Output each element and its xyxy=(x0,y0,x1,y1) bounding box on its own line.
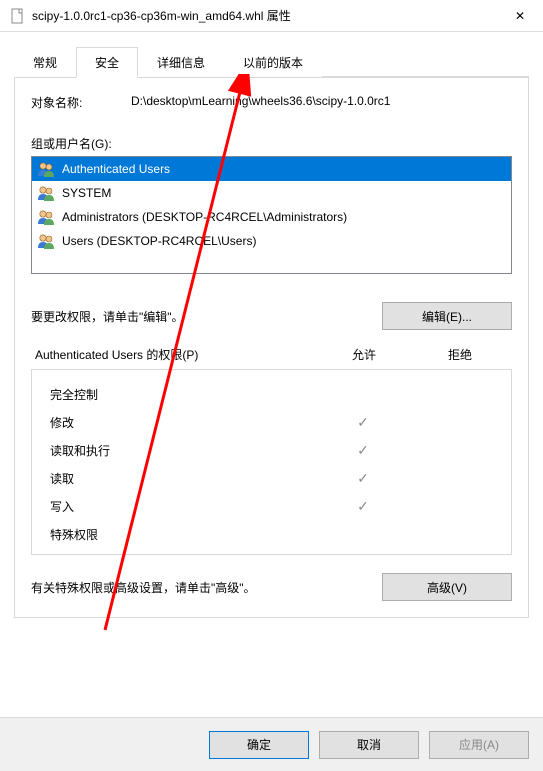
permission-row: 读取✓ xyxy=(50,464,507,492)
users-icon xyxy=(36,159,56,179)
advanced-text: 有关特殊权限或高级设置，请单击"高级"。 xyxy=(31,579,382,596)
tab-security[interactable]: 安全 xyxy=(76,47,138,78)
users-icon xyxy=(36,231,56,251)
edit-permissions-text: 要更改权限，请单击"编辑"。 xyxy=(31,308,382,325)
permission-row: 修改✓ xyxy=(50,408,507,436)
permissions-list: 完全控制修改✓读取和执行✓读取✓写入✓特殊权限 xyxy=(31,369,512,555)
allow-column-header: 允许 xyxy=(316,346,412,363)
dialog-footer: 确定 取消 应用(A) xyxy=(0,717,543,771)
object-name-value: D:\desktop\mLearning\wheels36.6\scipy-1.… xyxy=(131,94,512,111)
users-icon xyxy=(36,183,56,203)
object-name-row: 对象名称: D:\desktop\mLearning\wheels36.6\sc… xyxy=(31,94,512,111)
groups-label: 组或用户名(G): xyxy=(31,135,512,152)
tab-general[interactable]: 常规 xyxy=(14,47,76,78)
tab-previous-versions[interactable]: 以前的版本 xyxy=(224,47,322,78)
permissions-header: Authenticated Users 的权限(P) 允许 拒绝 xyxy=(31,346,512,369)
permission-name: 完全控制 xyxy=(50,386,315,403)
window-title: scipy-1.0.0rc1-cp36-cp36m-win_amd64.whl … xyxy=(32,7,497,24)
window-titlebar: scipy-1.0.0rc1-cp36-cp36m-win_amd64.whl … xyxy=(0,0,543,32)
list-item-label: Authenticated Users xyxy=(62,162,170,176)
list-item-label: Administrators (DESKTOP-RC4RCEL\Administ… xyxy=(62,210,347,224)
permission-name: 特殊权限 xyxy=(50,526,315,543)
ok-button[interactable]: 确定 xyxy=(209,731,309,759)
permissions-subject: Authenticated Users 的权限(P) xyxy=(35,346,316,363)
allow-check-icon: ✓ xyxy=(315,470,411,487)
close-button[interactable]: ✕ xyxy=(497,0,543,32)
permission-row: 特殊权限 xyxy=(50,520,507,548)
list-item[interactable]: Users (DESKTOP-RC4RCEL\Users) xyxy=(32,229,511,253)
allow-check-icon: ✓ xyxy=(315,442,411,459)
permission-name: 读取和执行 xyxy=(50,442,315,459)
deny-column-header: 拒绝 xyxy=(412,346,508,363)
file-icon xyxy=(10,8,26,24)
permission-row: 写入✓ xyxy=(50,492,507,520)
security-panel: 对象名称: D:\desktop\mLearning\wheels36.6\sc… xyxy=(14,77,529,618)
edit-button[interactable]: 编辑(E)... xyxy=(382,302,512,330)
tab-strip: 常规 安全 详细信息 以前的版本 xyxy=(14,46,529,77)
users-icon xyxy=(36,207,56,227)
allow-check-icon: ✓ xyxy=(315,414,411,431)
apply-button[interactable]: 应用(A) xyxy=(429,731,529,759)
permission-name: 写入 xyxy=(50,498,315,515)
advanced-button[interactable]: 高级(V) xyxy=(382,573,512,601)
list-item[interactable]: SYSTEM xyxy=(32,181,511,205)
permission-row: 读取和执行✓ xyxy=(50,436,507,464)
permission-name: 修改 xyxy=(50,414,315,431)
list-item-label: SYSTEM xyxy=(62,186,111,200)
close-icon: ✕ xyxy=(515,9,525,23)
list-item[interactable]: Administrators (DESKTOP-RC4RCEL\Administ… xyxy=(32,205,511,229)
list-item-label: Users (DESKTOP-RC4RCEL\Users) xyxy=(62,234,256,248)
groups-listbox[interactable]: Authenticated Users SYSTEM Administrators … xyxy=(31,156,512,274)
tab-details[interactable]: 详细信息 xyxy=(138,47,224,78)
list-item[interactable]: Authenticated Users xyxy=(32,157,511,181)
permission-name: 读取 xyxy=(50,470,315,487)
cancel-button[interactable]: 取消 xyxy=(319,731,419,759)
permission-row: 完全控制 xyxy=(50,380,507,408)
allow-check-icon: ✓ xyxy=(315,498,411,515)
object-name-label: 对象名称: xyxy=(31,94,131,111)
